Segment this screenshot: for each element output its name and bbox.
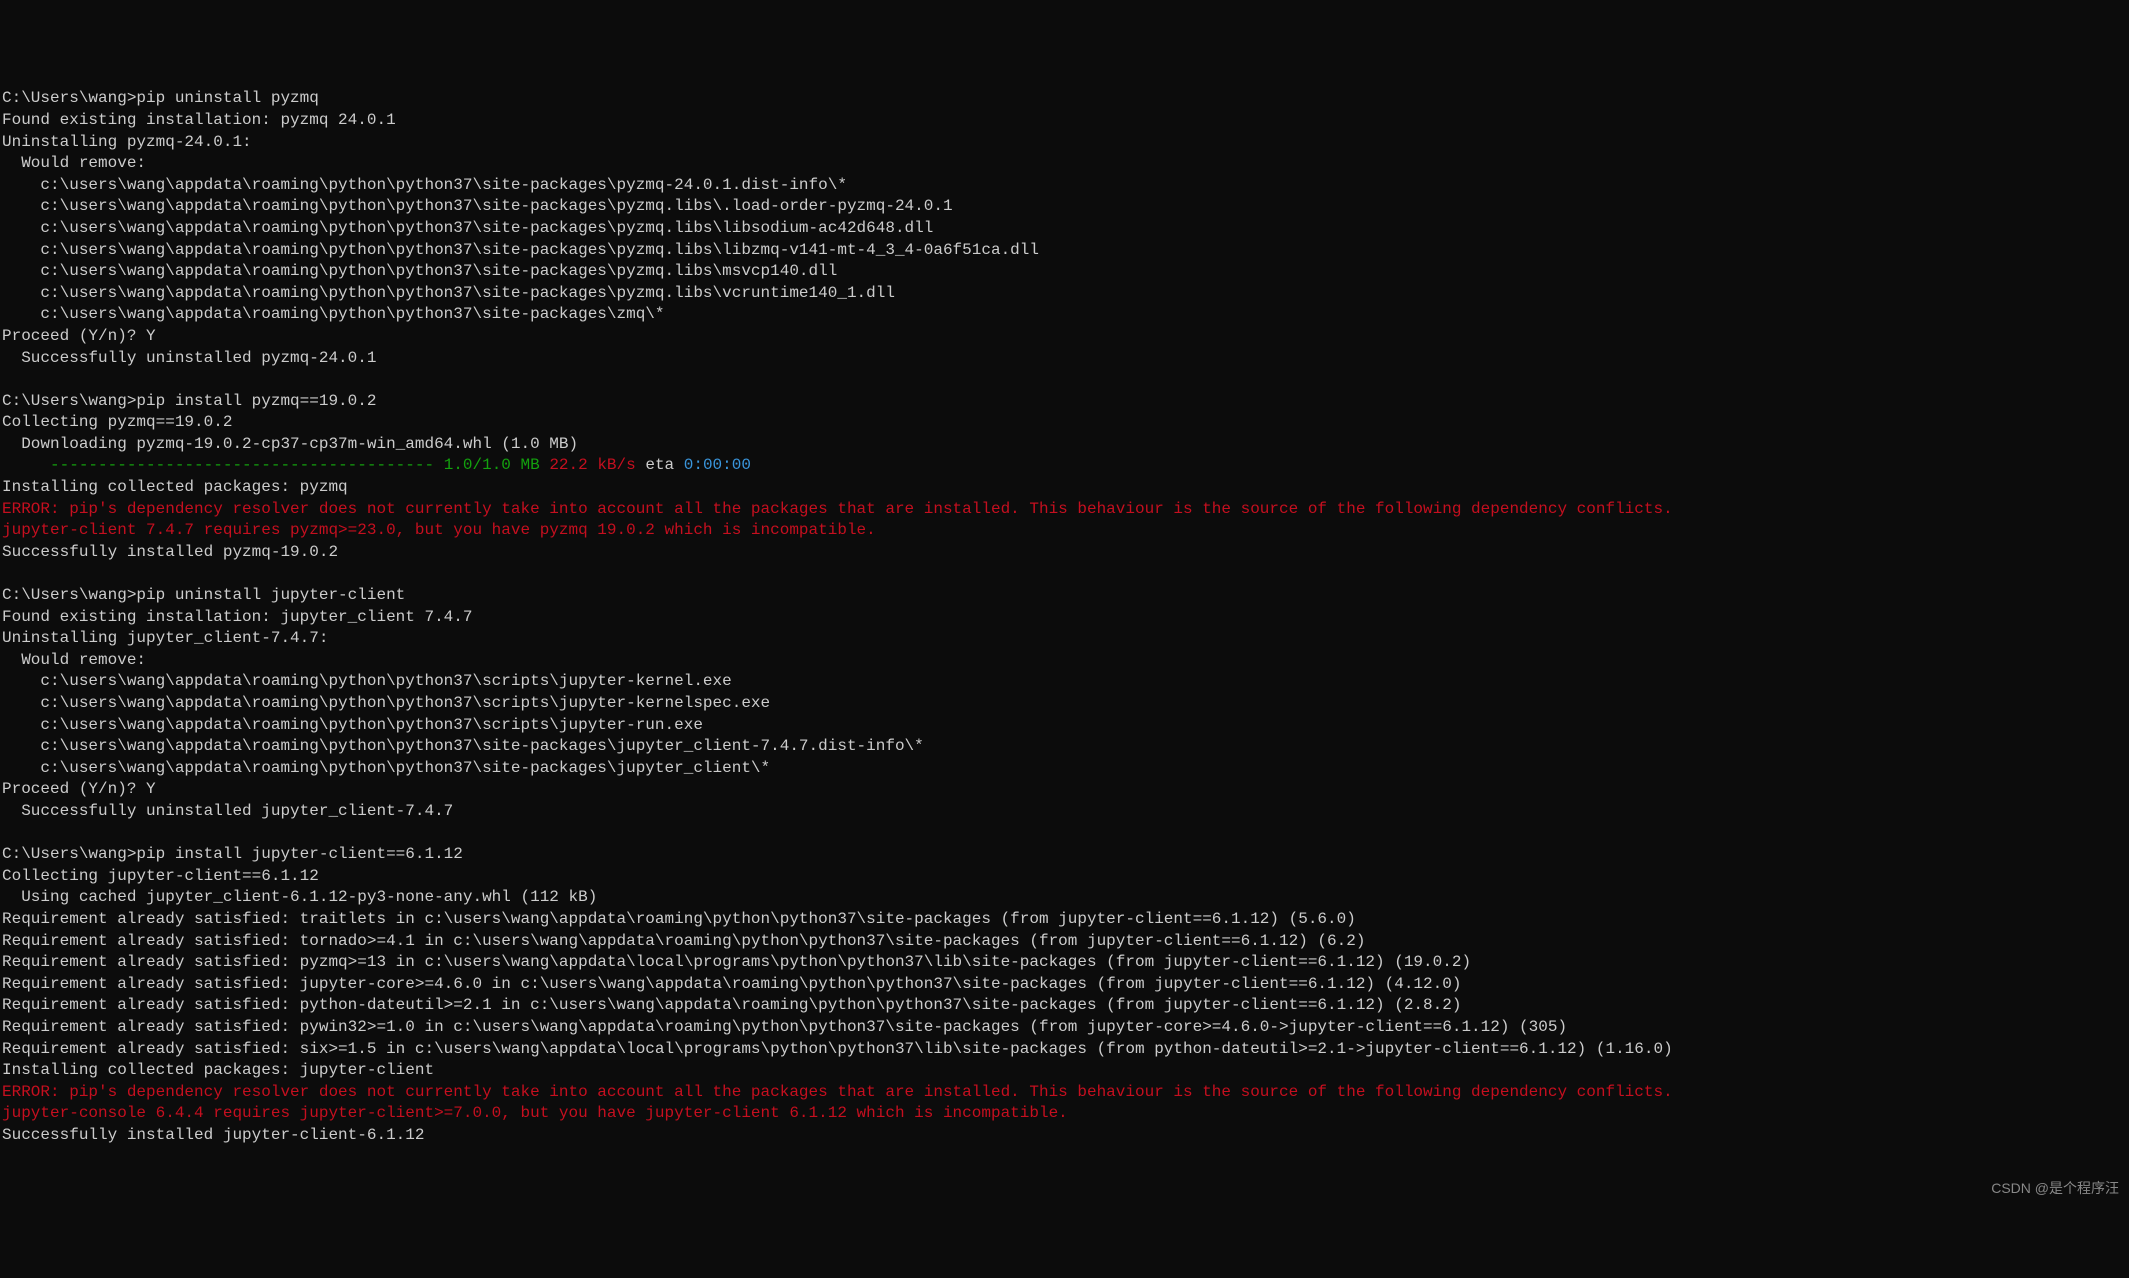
terminal-segment — [2, 456, 50, 474]
terminal-line: c:\users\wang\appdata\roaming\python\pyt… — [2, 240, 2127, 262]
terminal-line: c:\users\wang\appdata\roaming\python\pyt… — [2, 196, 2127, 218]
terminal-line: c:\users\wang\appdata\roaming\python\pyt… — [2, 736, 2127, 758]
terminal-segment: 0:00:00 — [684, 456, 751, 474]
terminal-line: c:\users\wang\appdata\roaming\python\pyt… — [2, 261, 2127, 283]
terminal-line: Uninstalling pyzmq-24.0.1: — [2, 132, 2127, 154]
terminal-line: c:\users\wang\appdata\roaming\python\pyt… — [2, 218, 2127, 240]
terminal-line: Found existing installation: pyzmq 24.0.… — [2, 110, 2127, 132]
terminal-line: jupyter-console 6.4.4 requires jupyter-c… — [2, 1103, 2127, 1125]
terminal-line: Would remove: — [2, 153, 2127, 175]
terminal-line: c:\users\wang\appdata\roaming\python\pyt… — [2, 758, 2127, 780]
terminal-line: c:\users\wang\appdata\roaming\python\pyt… — [2, 175, 2127, 197]
terminal-segment: eta — [636, 456, 684, 474]
terminal-line: Installing collected packages: jupyter-c… — [2, 1060, 2127, 1082]
terminal-line: Uninstalling jupyter_client-7.4.7: — [2, 628, 2127, 650]
terminal-line: Successfully uninstalled pyzmq-24.0.1 — [2, 348, 2127, 370]
terminal-line: C:\Users\wang>pip install jupyter-client… — [2, 844, 2127, 866]
terminal-line — [2, 369, 2127, 391]
terminal-line: Requirement already satisfied: traitlets… — [2, 909, 2127, 931]
terminal-line: Requirement already satisfied: tornado>=… — [2, 931, 2127, 953]
terminal-line: Successfully installed pyzmq-19.0.2 — [2, 542, 2127, 564]
terminal-line: C:\Users\wang>pip uninstall jupyter-clie… — [2, 585, 2127, 607]
terminal-line: Found existing installation: jupyter_cli… — [2, 607, 2127, 629]
terminal-line: Installing collected packages: pyzmq — [2, 477, 2127, 499]
terminal-line: c:\users\wang\appdata\roaming\python\pyt… — [2, 671, 2127, 693]
terminal-segment: 22.2 kB/s — [549, 456, 635, 474]
terminal-line: Successfully uninstalled jupyter_client-… — [2, 801, 2127, 823]
terminal-line: ----------------------------------------… — [2, 455, 2127, 477]
terminal-output[interactable]: C:\Users\wang>pip uninstall pyzmqFound e… — [2, 88, 2127, 1146]
terminal-line: C:\Users\wang>pip install pyzmq==19.0.2 — [2, 391, 2127, 413]
terminal-segment — [540, 456, 550, 474]
terminal-line: Using cached jupyter_client-6.1.12-py3-n… — [2, 887, 2127, 909]
terminal-line: ERROR: pip's dependency resolver does no… — [2, 499, 2127, 521]
terminal-line: Requirement already satisfied: python-da… — [2, 995, 2127, 1017]
terminal-line: Requirement already satisfied: six>=1.5 … — [2, 1039, 2127, 1061]
terminal-line: Would remove: — [2, 650, 2127, 672]
terminal-line: Successfully installed jupyter-client-6.… — [2, 1125, 2127, 1147]
terminal-line: Downloading pyzmq-19.0.2-cp37-cp37m-win_… — [2, 434, 2127, 456]
terminal-line: jupyter-client 7.4.7 requires pyzmq>=23.… — [2, 520, 2127, 542]
terminal-line: Requirement already satisfied: pywin32>=… — [2, 1017, 2127, 1039]
terminal-segment: 1.0/1.0 MB — [444, 456, 540, 474]
terminal-line: Proceed (Y/n)? Y — [2, 326, 2127, 348]
terminal-line — [2, 563, 2127, 585]
terminal-line: C:\Users\wang>pip uninstall pyzmq — [2, 88, 2127, 110]
terminal-line: Proceed (Y/n)? Y — [2, 779, 2127, 801]
terminal-line: c:\users\wang\appdata\roaming\python\pyt… — [2, 283, 2127, 305]
watermark: CSDN @是个程序汪 — [1991, 1179, 2119, 1198]
terminal-line: Collecting jupyter-client==6.1.12 — [2, 866, 2127, 888]
terminal-segment: ---------------------------------------- — [50, 456, 444, 474]
terminal-line — [2, 823, 2127, 845]
terminal-line: ERROR: pip's dependency resolver does no… — [2, 1082, 2127, 1104]
terminal-line: Collecting pyzmq==19.0.2 — [2, 412, 2127, 434]
terminal-line: Requirement already satisfied: jupyter-c… — [2, 974, 2127, 996]
terminal-line: Requirement already satisfied: pyzmq>=13… — [2, 952, 2127, 974]
terminal-line: c:\users\wang\appdata\roaming\python\pyt… — [2, 715, 2127, 737]
terminal-line: c:\users\wang\appdata\roaming\python\pyt… — [2, 304, 2127, 326]
terminal-line: c:\users\wang\appdata\roaming\python\pyt… — [2, 693, 2127, 715]
